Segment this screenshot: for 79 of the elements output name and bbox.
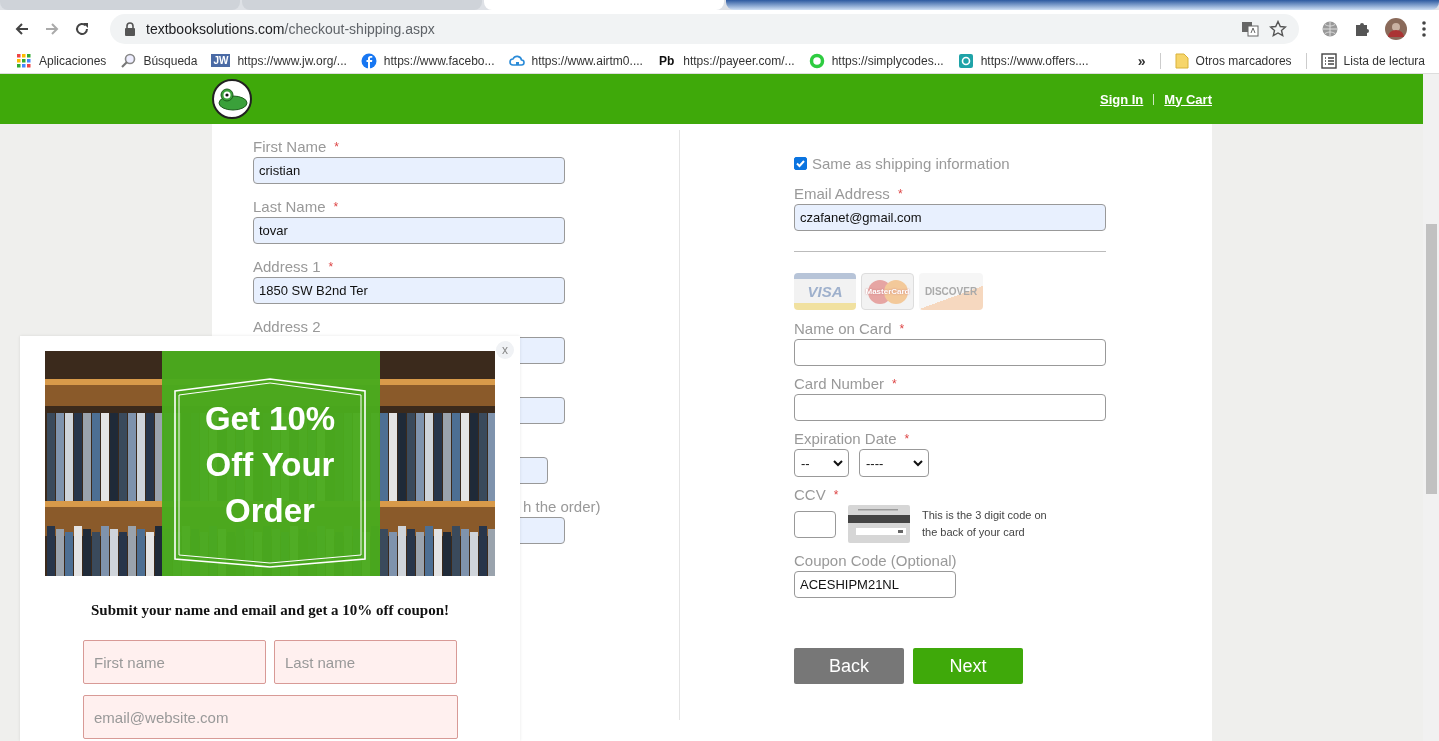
square-icon [957, 52, 974, 69]
address-bar[interactable]: textbooksolutions.com/checkout-shipping.aspx [110, 14, 1299, 44]
list-icon [1320, 52, 1337, 69]
bookmark-link[interactable]: https://www.airtm0.... [531, 53, 643, 68]
checkbox-label: Same as shipping information [812, 154, 1010, 172]
bookmark-link[interactable]: https://www.facebo... [383, 53, 495, 68]
field-label: First Name [253, 138, 327, 155]
scrollbar[interactable] [1423, 74, 1439, 741]
more-bookmarks-button[interactable]: » [1137, 52, 1146, 69]
field-label: Address 1 [253, 258, 321, 275]
input-field[interactable] [794, 394, 1106, 421]
field-label: CCV [794, 486, 826, 503]
frog-logo-icon [212, 79, 252, 119]
bookmark-link[interactable]: https://payeer.com/... [683, 53, 795, 68]
card-back-icon [848, 505, 910, 543]
chevron-icon [913, 459, 923, 467]
browser-tab[interactable] [726, 0, 1439, 10]
required-mark: * [833, 487, 839, 502]
menu-icon[interactable] [1421, 20, 1427, 38]
input-field[interactable]: tovar [253, 217, 565, 244]
field-label: h the order) [523, 498, 601, 515]
required-mark: * [334, 139, 339, 154]
chevron-icon [833, 459, 843, 467]
input-field[interactable]: email@website.com [83, 695, 458, 739]
input-field[interactable]: cristian [253, 157, 565, 184]
required-mark: * [897, 186, 903, 201]
bookmark-link[interactable]: Aplicaciones [39, 53, 107, 68]
input-field[interactable] [794, 510, 836, 538]
avatar-icon[interactable] [1385, 18, 1407, 40]
visa-logo: VISA [794, 273, 856, 310]
required-mark: * [899, 321, 905, 336]
required-mark: * [904, 431, 910, 446]
bookmark-link[interactable]: Búsqueda [143, 53, 198, 68]
bookmark-logo: Pb [657, 52, 676, 69]
required-mark: * [328, 259, 334, 274]
field-label: Name on Card [794, 320, 892, 337]
globe-icon[interactable] [1321, 20, 1339, 38]
back-button[interactable]: Back [794, 648, 904, 684]
back-icon[interactable] [14, 21, 30, 37]
dropdown[interactable]: -- [794, 449, 849, 477]
input-field[interactable]: Last name [274, 640, 457, 684]
required-mark: * [333, 199, 339, 214]
bookmark-folder[interactable]: Otros marcadores [1195, 53, 1292, 68]
discover-logo: DISCOVER [919, 273, 983, 310]
input-field[interactable]: czafanet@gmail.com [794, 204, 1106, 231]
field-label: Expiration Date [794, 430, 897, 447]
hint-text: This is the 3 digit code on the back of your card [922, 508, 1048, 540]
ring-icon [808, 52, 825, 69]
star-icon[interactable] [1269, 20, 1287, 38]
folder-icon [1174, 52, 1189, 69]
field-label: Address 2 [253, 318, 321, 335]
popup-message: Submit your name and email and get a 10% off coupon! [89, 602, 451, 619]
scrollbar-thumb[interactable] [1426, 224, 1437, 494]
checkbox[interactable] [794, 156, 807, 170]
field-label: Coupon Code (Optional) [794, 552, 957, 569]
field-label: Last Name [253, 198, 326, 215]
required-mark: * [892, 376, 897, 391]
bookmark-link[interactable]: https://simplycodes... [831, 53, 944, 68]
field-label: Card Number [794, 375, 885, 392]
input-field[interactable]: 1850 SW B2nd Ter [253, 277, 565, 304]
banner-headline: Get 10% Off Your Order [203, 399, 337, 531]
apps-icon [16, 52, 32, 69]
puzzle-icon[interactable] [1353, 20, 1371, 38]
lock-icon [124, 22, 136, 36]
input-field[interactable]: First name [83, 640, 266, 684]
reload-icon[interactable] [74, 21, 90, 37]
input-field[interactable]: ACESHIPM21NL [794, 571, 956, 598]
translate-icon[interactable] [1241, 20, 1259, 38]
dropdown[interactable]: ---- [859, 449, 929, 477]
bookmark-logo: JW [211, 54, 231, 67]
forward-icon[interactable] [44, 21, 60, 37]
input-field[interactable] [794, 339, 1106, 366]
facebook-icon [360, 52, 377, 69]
url-text: textbooksolutions.com/checkout-shipping.aspx [146, 21, 435, 37]
bookmark-link[interactable]: https://www.offers.... [980, 53, 1089, 68]
magnifier-icon [120, 52, 137, 69]
bookmark-link[interactable]: https://www.jw.org/... [237, 53, 347, 68]
reading-list-button[interactable]: Lista de lectura [1343, 53, 1425, 68]
field-label: Email Address [794, 185, 890, 202]
